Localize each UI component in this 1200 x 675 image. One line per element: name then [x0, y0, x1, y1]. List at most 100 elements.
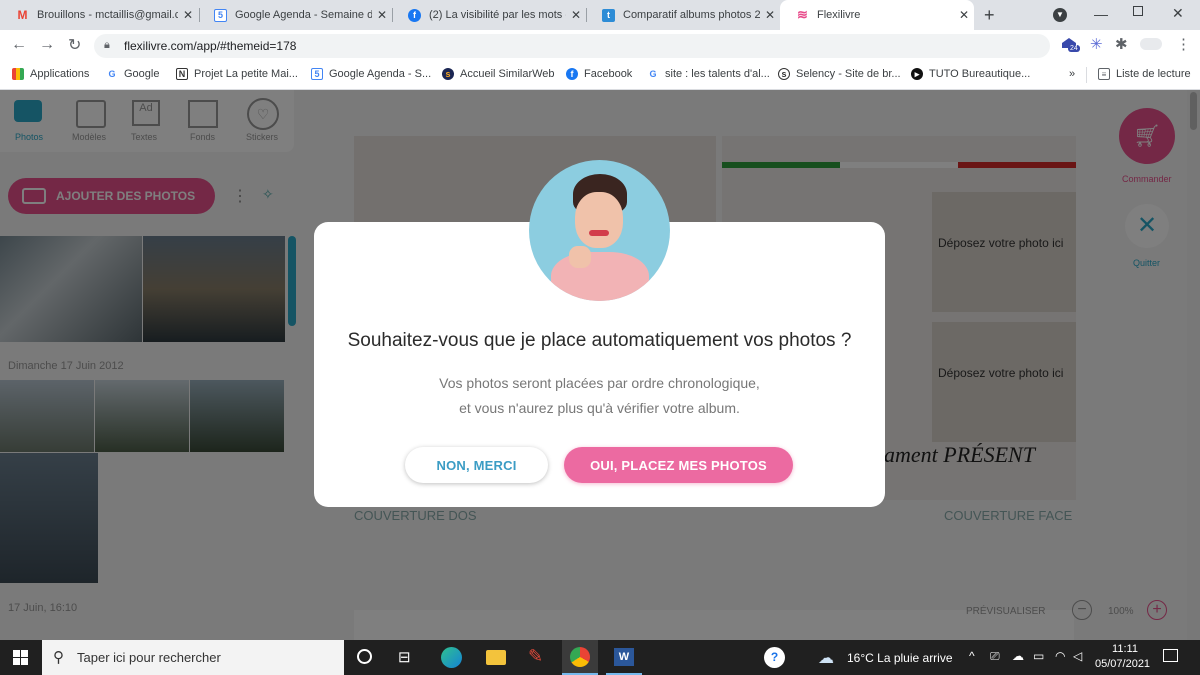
wifi-icon[interactable]: ◠	[1055, 649, 1065, 663]
bookmark-facebook[interactable]: f Facebook	[566, 68, 632, 80]
weather-cloud-icon: ☁	[818, 650, 834, 667]
back-icon[interactable]: ←	[11, 36, 27, 54]
extension-badge: 24	[1068, 45, 1080, 52]
bookmark-site-talents[interactable]: G site : les talents d'al...	[647, 68, 770, 80]
notification-icon[interactable]	[1163, 649, 1178, 662]
tab-title: Brouillons - mctaillis@gmail.c	[37, 9, 178, 21]
google-icon: G	[108, 69, 116, 79]
bookmark-label: Selency - Site de br...	[796, 68, 901, 80]
tray-usb-icon[interactable]: ⎚	[990, 649, 1000, 664]
tray-chevron-icon[interactable]: ^	[969, 649, 975, 663]
paint-app-icon[interactable]: ✎	[528, 646, 543, 667]
bookmark-label: Projet La petite Mai...	[194, 68, 298, 80]
dialog-line-2: et vous n'aurez plus qu'à vérifier votre…	[459, 400, 740, 416]
notion-icon: N	[176, 68, 188, 80]
extension-home-icon[interactable]: 24	[1060, 36, 1080, 54]
close-icon[interactable]: ✕	[372, 8, 392, 22]
dialog-line-1: Vos photos seront placées par ordre chro…	[439, 375, 760, 391]
weather-text[interactable]: 16°C La pluie arrive	[847, 651, 953, 665]
snowflake-extension-icon[interactable]: ✳	[1090, 35, 1103, 53]
restore-button[interactable]	[1133, 6, 1143, 16]
close-icon[interactable]: ✕	[760, 8, 780, 22]
accept-button[interactable]: OUI, PLACEZ MES PHOTOS	[564, 447, 793, 483]
bookmark-label: TUTO Bureautique...	[929, 68, 1031, 80]
facebook-icon: f	[566, 68, 578, 80]
cortana-icon[interactable]	[357, 649, 372, 664]
bookmark-projet[interactable]: N Projet La petite Mai...	[176, 68, 298, 80]
bookmarks-more-button[interactable]: »	[1069, 68, 1075, 80]
browser-tab-strip: M Brouillons - mctaillis@gmail.c ✕ 5 Goo…	[0, 0, 1200, 30]
extensions-puzzle-icon[interactable]: ✱	[1115, 35, 1128, 53]
clock-time[interactable]: 11:11	[1110, 643, 1140, 655]
tab-title: Google Agenda - Semaine du	[235, 9, 372, 21]
bookmark-label: Google Agenda - S...	[329, 68, 432, 80]
profile-avatar[interactable]	[1140, 38, 1162, 50]
close-icon[interactable]: ✕	[954, 8, 974, 22]
decline-button[interactable]: NON, MERCI	[405, 447, 548, 483]
bookmark-label: Facebook	[584, 68, 633, 80]
reading-list-icon: ≡	[1098, 68, 1110, 80]
tuto-icon: ▸	[911, 68, 923, 80]
flexilivre-icon: ≋	[797, 7, 808, 22]
tab-google-agenda[interactable]: 5 Google Agenda - Semaine du ✕	[198, 0, 392, 30]
bookmark-label: Applications	[30, 68, 90, 80]
tab-flexilivre[interactable]: ≋ Flexilivre ✕	[780, 0, 974, 30]
new-tab-button[interactable]: +	[984, 5, 995, 26]
word-icon: W	[614, 648, 634, 666]
apps-grid-icon	[12, 68, 24, 80]
search-placeholder: Taper ici pour rechercher	[77, 650, 221, 665]
close-icon[interactable]: ✕	[566, 8, 586, 22]
lock-icon: 🔒︎	[104, 39, 110, 51]
chrome-taskbar-button[interactable]	[562, 640, 598, 675]
tray-onedrive-icon[interactable]: ☁	[1012, 649, 1024, 663]
reading-list-label: Liste de lecture	[1116, 68, 1191, 80]
bookmark-label: Accueil SimilarWeb	[460, 68, 555, 80]
calendar-icon: 5	[214, 8, 227, 22]
word-taskbar-button[interactable]: W	[606, 640, 642, 675]
clock-date[interactable]: 05/07/2021	[1095, 658, 1150, 670]
facebook-icon: f	[408, 8, 421, 22]
task-view-icon[interactable]: ⊟	[398, 648, 411, 666]
tab-comparatif[interactable]: t Comparatif albums photos 20 ✕	[586, 0, 780, 30]
tab-title: Comparatif albums photos 20	[623, 9, 760, 21]
tab-gmail[interactable]: M Brouillons - mctaillis@gmail.c ✕	[0, 0, 198, 30]
bookmark-label: Google	[124, 68, 160, 80]
bookmark-label: site : les talents d'al...	[665, 68, 770, 80]
close-icon[interactable]: ✕	[178, 8, 198, 22]
file-explorer-icon[interactable]	[486, 650, 506, 665]
edge-icon[interactable]	[441, 647, 462, 668]
forward-icon[interactable]: →	[39, 36, 55, 54]
search-icon: ⚲	[53, 649, 64, 666]
volume-icon[interactable]: ◁	[1073, 649, 1082, 663]
bookmark-google[interactable]: G Google	[106, 68, 159, 80]
bookmark-selency[interactable]: s Selency - Site de br...	[778, 68, 901, 80]
help-icon[interactable]: ?	[764, 647, 785, 668]
google-icon: G	[649, 69, 657, 79]
tab-search-icon[interactable]: ▼	[1053, 8, 1067, 22]
tab-title: Flexilivre	[817, 9, 861, 21]
bookmarks-more-label: »	[1069, 68, 1076, 80]
comparatif-icon: t	[602, 8, 615, 22]
bookmark-tuto[interactable]: ▸ TUTO Bureautique...	[911, 68, 1030, 80]
selency-icon: s	[778, 68, 790, 80]
similarweb-icon: s	[442, 68, 454, 80]
close-window-button[interactable]: ✕	[1172, 5, 1184, 22]
battery-icon[interactable]: ▭	[1033, 649, 1044, 663]
windows-start-icon[interactable]	[13, 650, 28, 665]
menu-kebab-icon[interactable]: ⋮	[1176, 35, 1191, 53]
bookmark-applications[interactable]: Applications	[12, 68, 89, 80]
calendar-icon: 5	[311, 68, 323, 80]
chrome-icon	[570, 647, 590, 667]
reload-icon[interactable]: ↻	[68, 35, 81, 55]
bookmark-agenda[interactable]: 5 Google Agenda - S...	[311, 68, 431, 80]
bookmark-similarweb[interactable]: s Accueil SimilarWeb	[442, 68, 555, 80]
reading-list-button[interactable]: ≡ Liste de lecture	[1098, 68, 1191, 80]
windows-taskbar: ⚲ Taper ici pour rechercher ⊟ ✎ W ? ☁ 16…	[0, 640, 1200, 675]
minimize-button[interactable]: —	[1094, 6, 1108, 22]
address-bar[interactable]: 🔒︎ flexilivre.com/app/#themeid=178	[94, 34, 1050, 58]
bookmarks-bar: Applications G Google N Projet La petite…	[0, 62, 1200, 90]
url-text: flexilivre.com/app/#themeid=178	[124, 39, 297, 53]
taskbar-search-box[interactable]: ⚲ Taper ici pour rechercher	[42, 640, 344, 675]
tab-facebook[interactable]: f (2) La visibilité par les mots - ✕	[392, 0, 586, 30]
assistant-avatar	[529, 160, 670, 301]
